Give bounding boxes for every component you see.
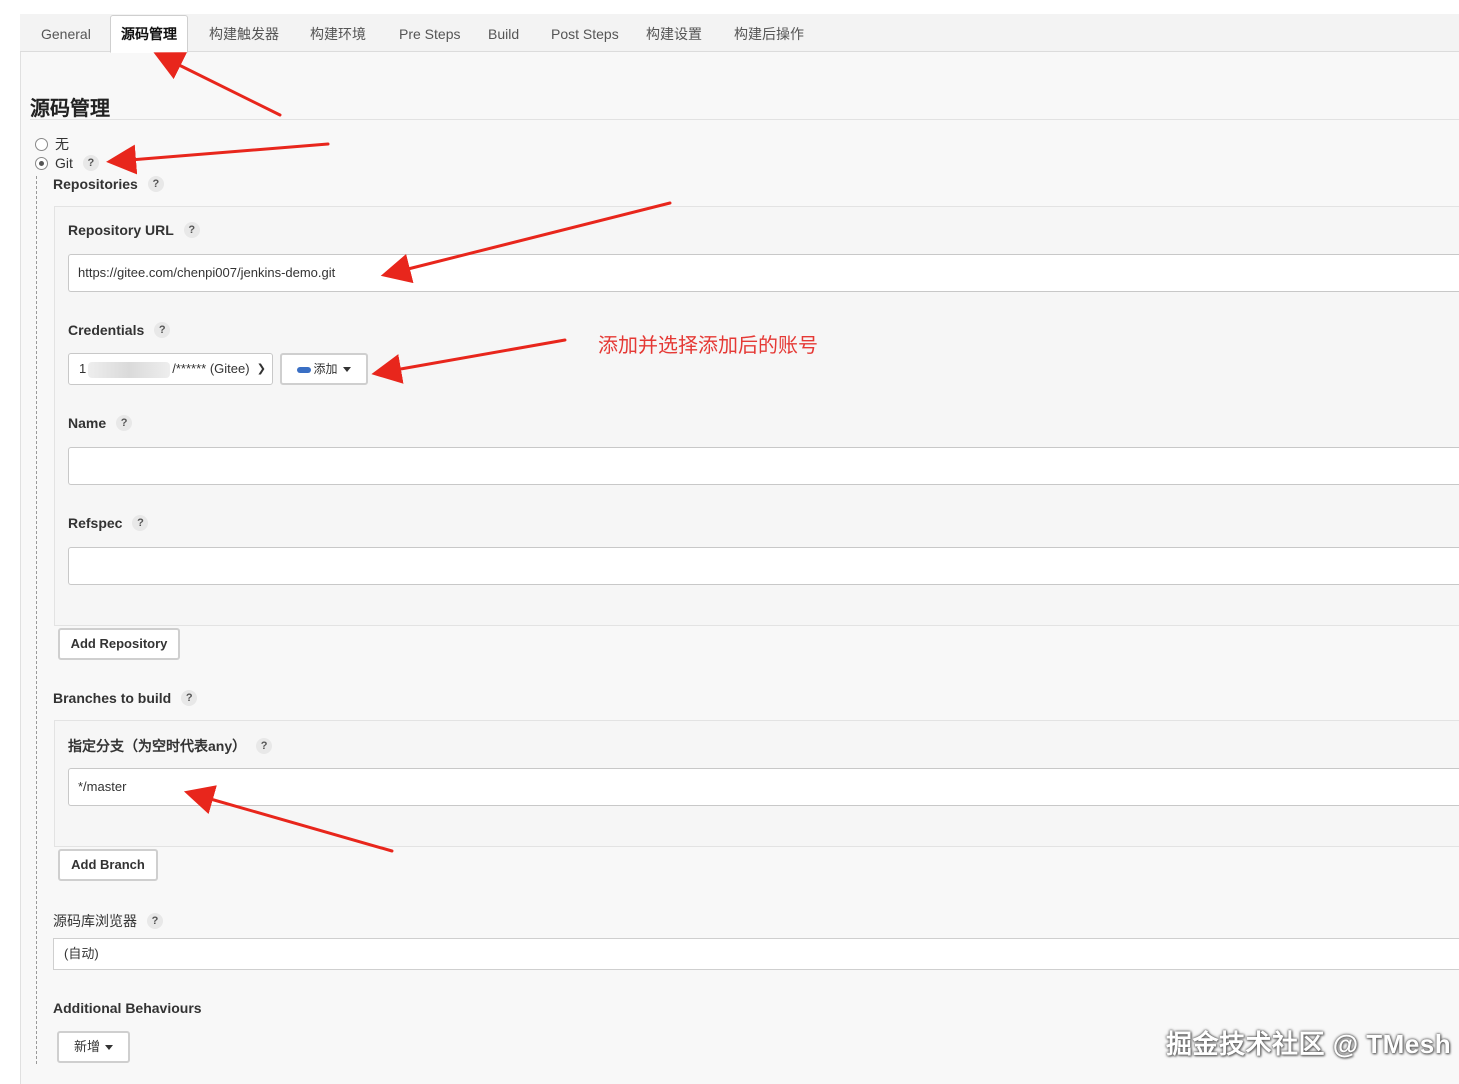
arrow-to-scm-tab [153, 52, 282, 117]
watermark: 掘金技术社区 @ TMesh [1166, 1029, 1452, 1059]
annotation-arrows [106, 52, 672, 853]
arrow-to-branch-spec [183, 785, 394, 853]
arrow-to-credentials [371, 338, 567, 384]
arrow-to-repository-url [380, 201, 672, 284]
arrow-to-git-option [106, 142, 330, 175]
